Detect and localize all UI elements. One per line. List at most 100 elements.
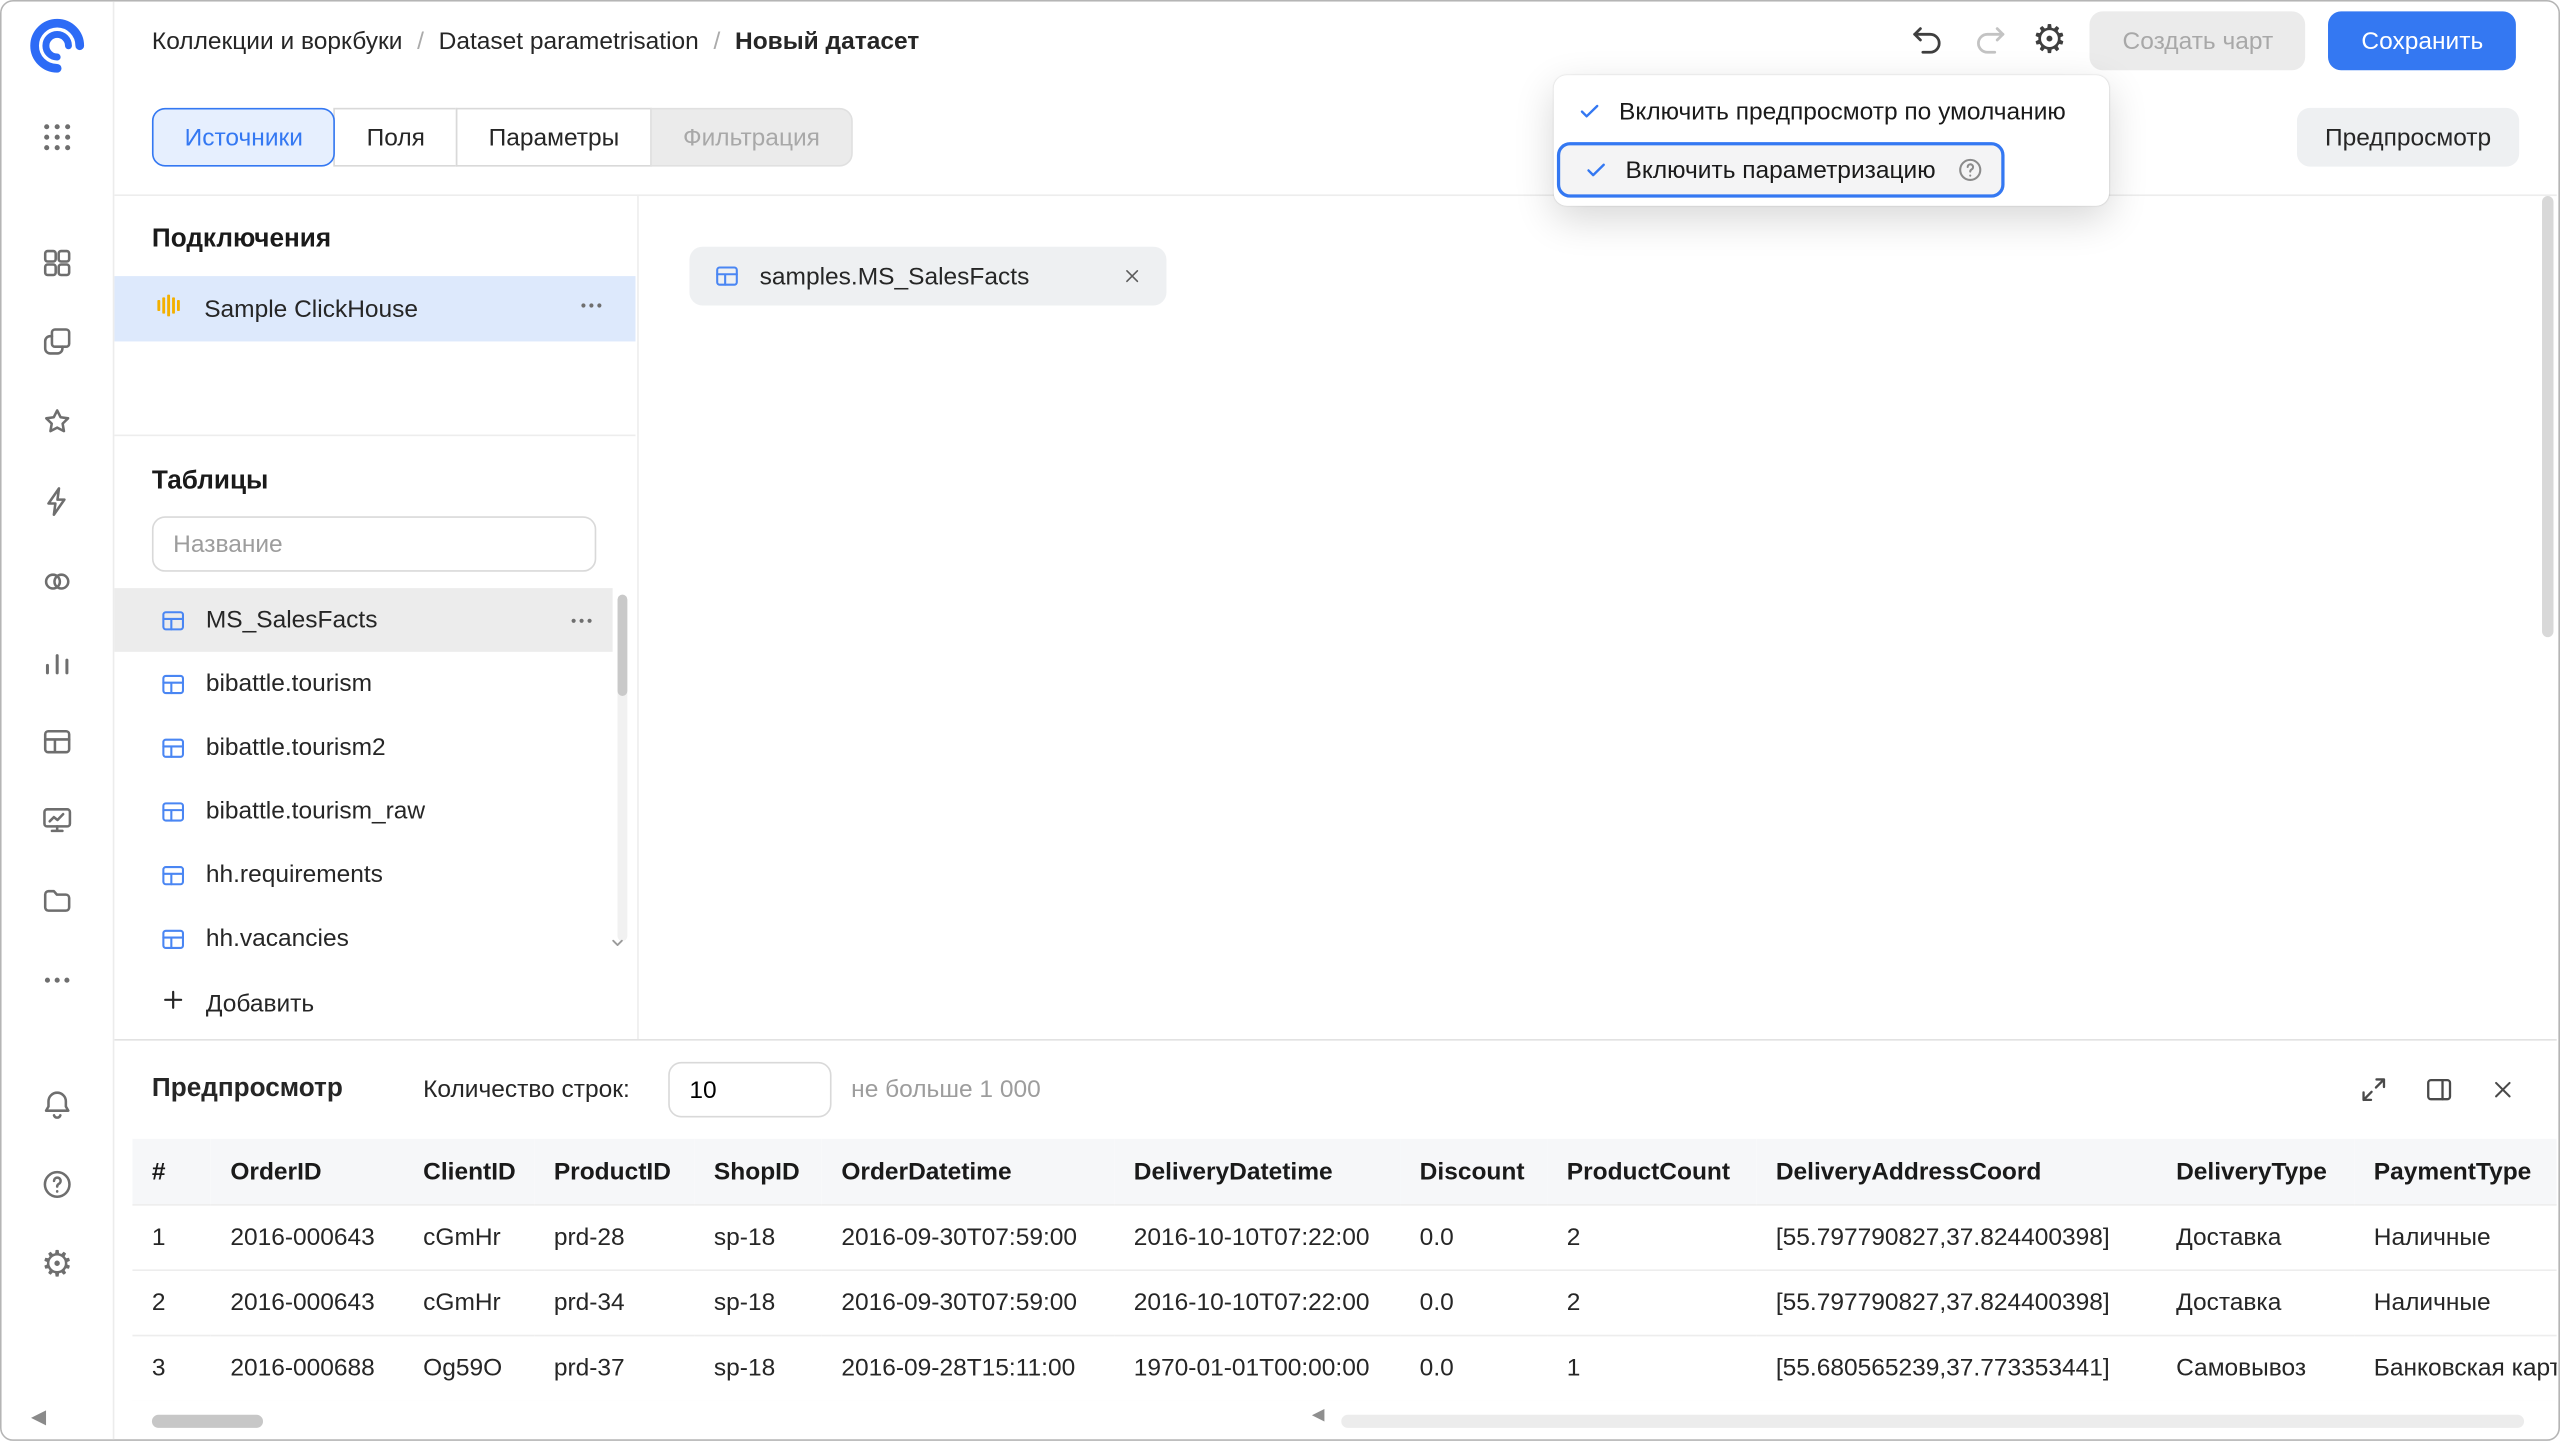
- rail-gear[interactable]: ⚙: [25, 1232, 90, 1297]
- column-header: ClientID: [404, 1139, 535, 1205]
- page-scrollbar[interactable]: [2542, 196, 2553, 1398]
- table-row: 12016-000643cGmHrprd-28sp-182016-09-30T0…: [132, 1205, 2556, 1270]
- rail-table-cells[interactable]: [25, 709, 90, 774]
- table-cell: prd-37: [534, 1336, 694, 1401]
- table-cells-icon: [158, 605, 187, 634]
- preview-button[interactable]: Предпросмотр: [2297, 108, 2519, 167]
- table-cell: 2016-000643: [211, 1205, 404, 1270]
- table-list-item[interactable]: bibattle.tourism: [113, 652, 613, 716]
- rail-grid-collections[interactable]: [25, 230, 90, 295]
- scroll-left-icon[interactable]: ◀: [1312, 1405, 1325, 1425]
- table-menu-icon[interactable]: [567, 605, 596, 634]
- table-cells-icon: [158, 796, 187, 825]
- create-chart-button[interactable]: Создать чарт: [2090, 11, 2306, 70]
- split-panel-icon[interactable]: [2423, 1073, 2456, 1106]
- undo-icon: [1908, 21, 1947, 60]
- menu-item-default-preview[interactable]: Включить предпросмотр по умолчанию: [1554, 82, 2109, 141]
- divider: [113, 435, 636, 437]
- redo-icon[interactable]: [1970, 21, 2009, 60]
- table-list-item[interactable]: bibattle.tourism_raw: [113, 779, 613, 843]
- table-cell: 2016-09-30T07:59:00: [822, 1270, 1114, 1335]
- connections-title: Подключения: [152, 219, 331, 261]
- preview-table: #OrderIDClientIDProductIDShopIDOrderDate…: [132, 1139, 2556, 1402]
- rail-monitor-chart[interactable]: [25, 787, 90, 852]
- datalens-logo[interactable]: [25, 13, 90, 78]
- rail-more-dots[interactable]: [25, 948, 90, 1013]
- app-window: ⚙ ◀ Коллекции и воркбуки/Dataset paramet…: [0, 0, 2560, 1441]
- help-icon[interactable]: [1955, 155, 1984, 184]
- add-table-button[interactable]: Добавить: [113, 970, 570, 1035]
- table-cell: Банковская карта: [2354, 1336, 2557, 1401]
- tab-fields[interactable]: Поля: [334, 108, 458, 167]
- chevron-down-icon[interactable]: [604, 930, 630, 963]
- table-icon: [712, 261, 741, 290]
- table-list-item[interactable]: hh.vacancies: [113, 907, 613, 971]
- tables-title: Таблицы: [152, 461, 268, 503]
- close-icon[interactable]: [1121, 265, 1144, 288]
- monitor-chart-icon: [39, 802, 75, 838]
- menu-item-parametrization[interactable]: Включить параметризацию: [1557, 142, 2004, 198]
- page-scrollbar-thumb[interactable]: [2542, 196, 2553, 637]
- rail-circles-pair[interactable]: [25, 549, 90, 614]
- dataset-tabs: ИсточникиПоляПараметрыФильтрация: [152, 108, 853, 167]
- tables-list: MS_SalesFactsbibattle.tourismbibattle.to…: [113, 588, 613, 970]
- table-cell: cGmHr: [404, 1205, 535, 1270]
- table-list-item[interactable]: hh.requirements: [113, 843, 613, 907]
- settings-gear-icon[interactable]: ⚙: [2032, 21, 2067, 60]
- rail-bar-chart[interactable]: [25, 629, 90, 694]
- tables-scrollbar[interactable]: [618, 595, 628, 941]
- tab-filtration[interactable]: Фильтрация: [650, 108, 852, 167]
- undo-icon[interactable]: [1908, 21, 1947, 60]
- apps-grid-icon: [39, 119, 75, 155]
- table-cell: 2016-10-10T07:22:00: [1114, 1270, 1400, 1335]
- rail-apps-grid[interactable]: [25, 105, 90, 170]
- breadcrumb-item[interactable]: Коллекции и воркбуки: [152, 27, 402, 55]
- connection-menu-icon[interactable]: [577, 291, 606, 327]
- table-list-item[interactable]: bibattle.tourism2: [113, 716, 613, 780]
- table-cell: 0.0: [1400, 1270, 1547, 1335]
- table-hscroll-track[interactable]: [1341, 1415, 2524, 1428]
- tab-parameters[interactable]: Параметры: [456, 108, 652, 167]
- table-list-item[interactable]: MS_SalesFacts: [113, 588, 613, 652]
- breadcrumb-item[interactable]: Dataset parametrisation: [439, 27, 699, 55]
- connection-name: Sample ClickHouse: [204, 295, 576, 323]
- collapse-rail-icon[interactable]: ◀: [31, 1402, 46, 1430]
- column-header: DeliveryAddressCoord: [1756, 1139, 2156, 1205]
- add-table-label: Добавить: [206, 989, 314, 1017]
- table-cell: Самовывоз: [2156, 1336, 2354, 1401]
- circles-pair-icon: [39, 564, 75, 600]
- column-header: ProductCount: [1547, 1139, 1756, 1205]
- rail-workbooks[interactable]: [25, 309, 90, 374]
- panel-hscroll-thumb[interactable]: [152, 1415, 263, 1428]
- rail-question-circle[interactable]: [25, 1152, 90, 1217]
- column-header: OrderDatetime: [822, 1139, 1114, 1205]
- table-cell: [55.797790827,37.824400398]: [1756, 1205, 2156, 1270]
- table-cell: sp-18: [694, 1336, 821, 1401]
- table-cell: 1: [132, 1205, 210, 1270]
- expand-icon[interactable]: [2357, 1073, 2390, 1106]
- close-preview-icon[interactable]: [2488, 1075, 2517, 1104]
- source-chip[interactable]: samples.MS_SalesFacts: [689, 247, 1166, 306]
- rail-star-favorites[interactable]: [25, 389, 90, 454]
- connection-item[interactable]: Sample ClickHouse: [113, 276, 636, 341]
- row-count-input[interactable]: [668, 1062, 831, 1118]
- table-search-input[interactable]: [152, 516, 596, 572]
- table-name: MS_SalesFacts: [206, 606, 378, 634]
- table-cell: 2016-000688: [211, 1336, 404, 1401]
- table-cell: Доставка: [2156, 1270, 2354, 1335]
- rail-bell[interactable]: [25, 1072, 90, 1137]
- tab-sources[interactable]: Источники: [152, 108, 336, 167]
- scrollbar-thumb[interactable]: [618, 595, 628, 696]
- table-cell: 0.0: [1400, 1205, 1547, 1270]
- save-button[interactable]: Сохранить: [2329, 11, 2516, 70]
- table-cell: prd-34: [534, 1270, 694, 1335]
- rail-folder[interactable]: [25, 867, 90, 932]
- settings-menu: Включить предпросмотр по умолчаниюВключи…: [1554, 75, 2109, 206]
- preview-actions: [2357, 1041, 2517, 1139]
- table-cell: 2016-10-10T07:22:00: [1114, 1205, 1400, 1270]
- rail-lightning[interactable]: [25, 469, 90, 534]
- left-rail: ⚙ ◀: [2, 2, 115, 1440]
- row-count-hint: не больше 1 000: [851, 1076, 1041, 1104]
- table-cells-icon: [158, 733, 187, 762]
- redo-icon: [1970, 21, 2009, 60]
